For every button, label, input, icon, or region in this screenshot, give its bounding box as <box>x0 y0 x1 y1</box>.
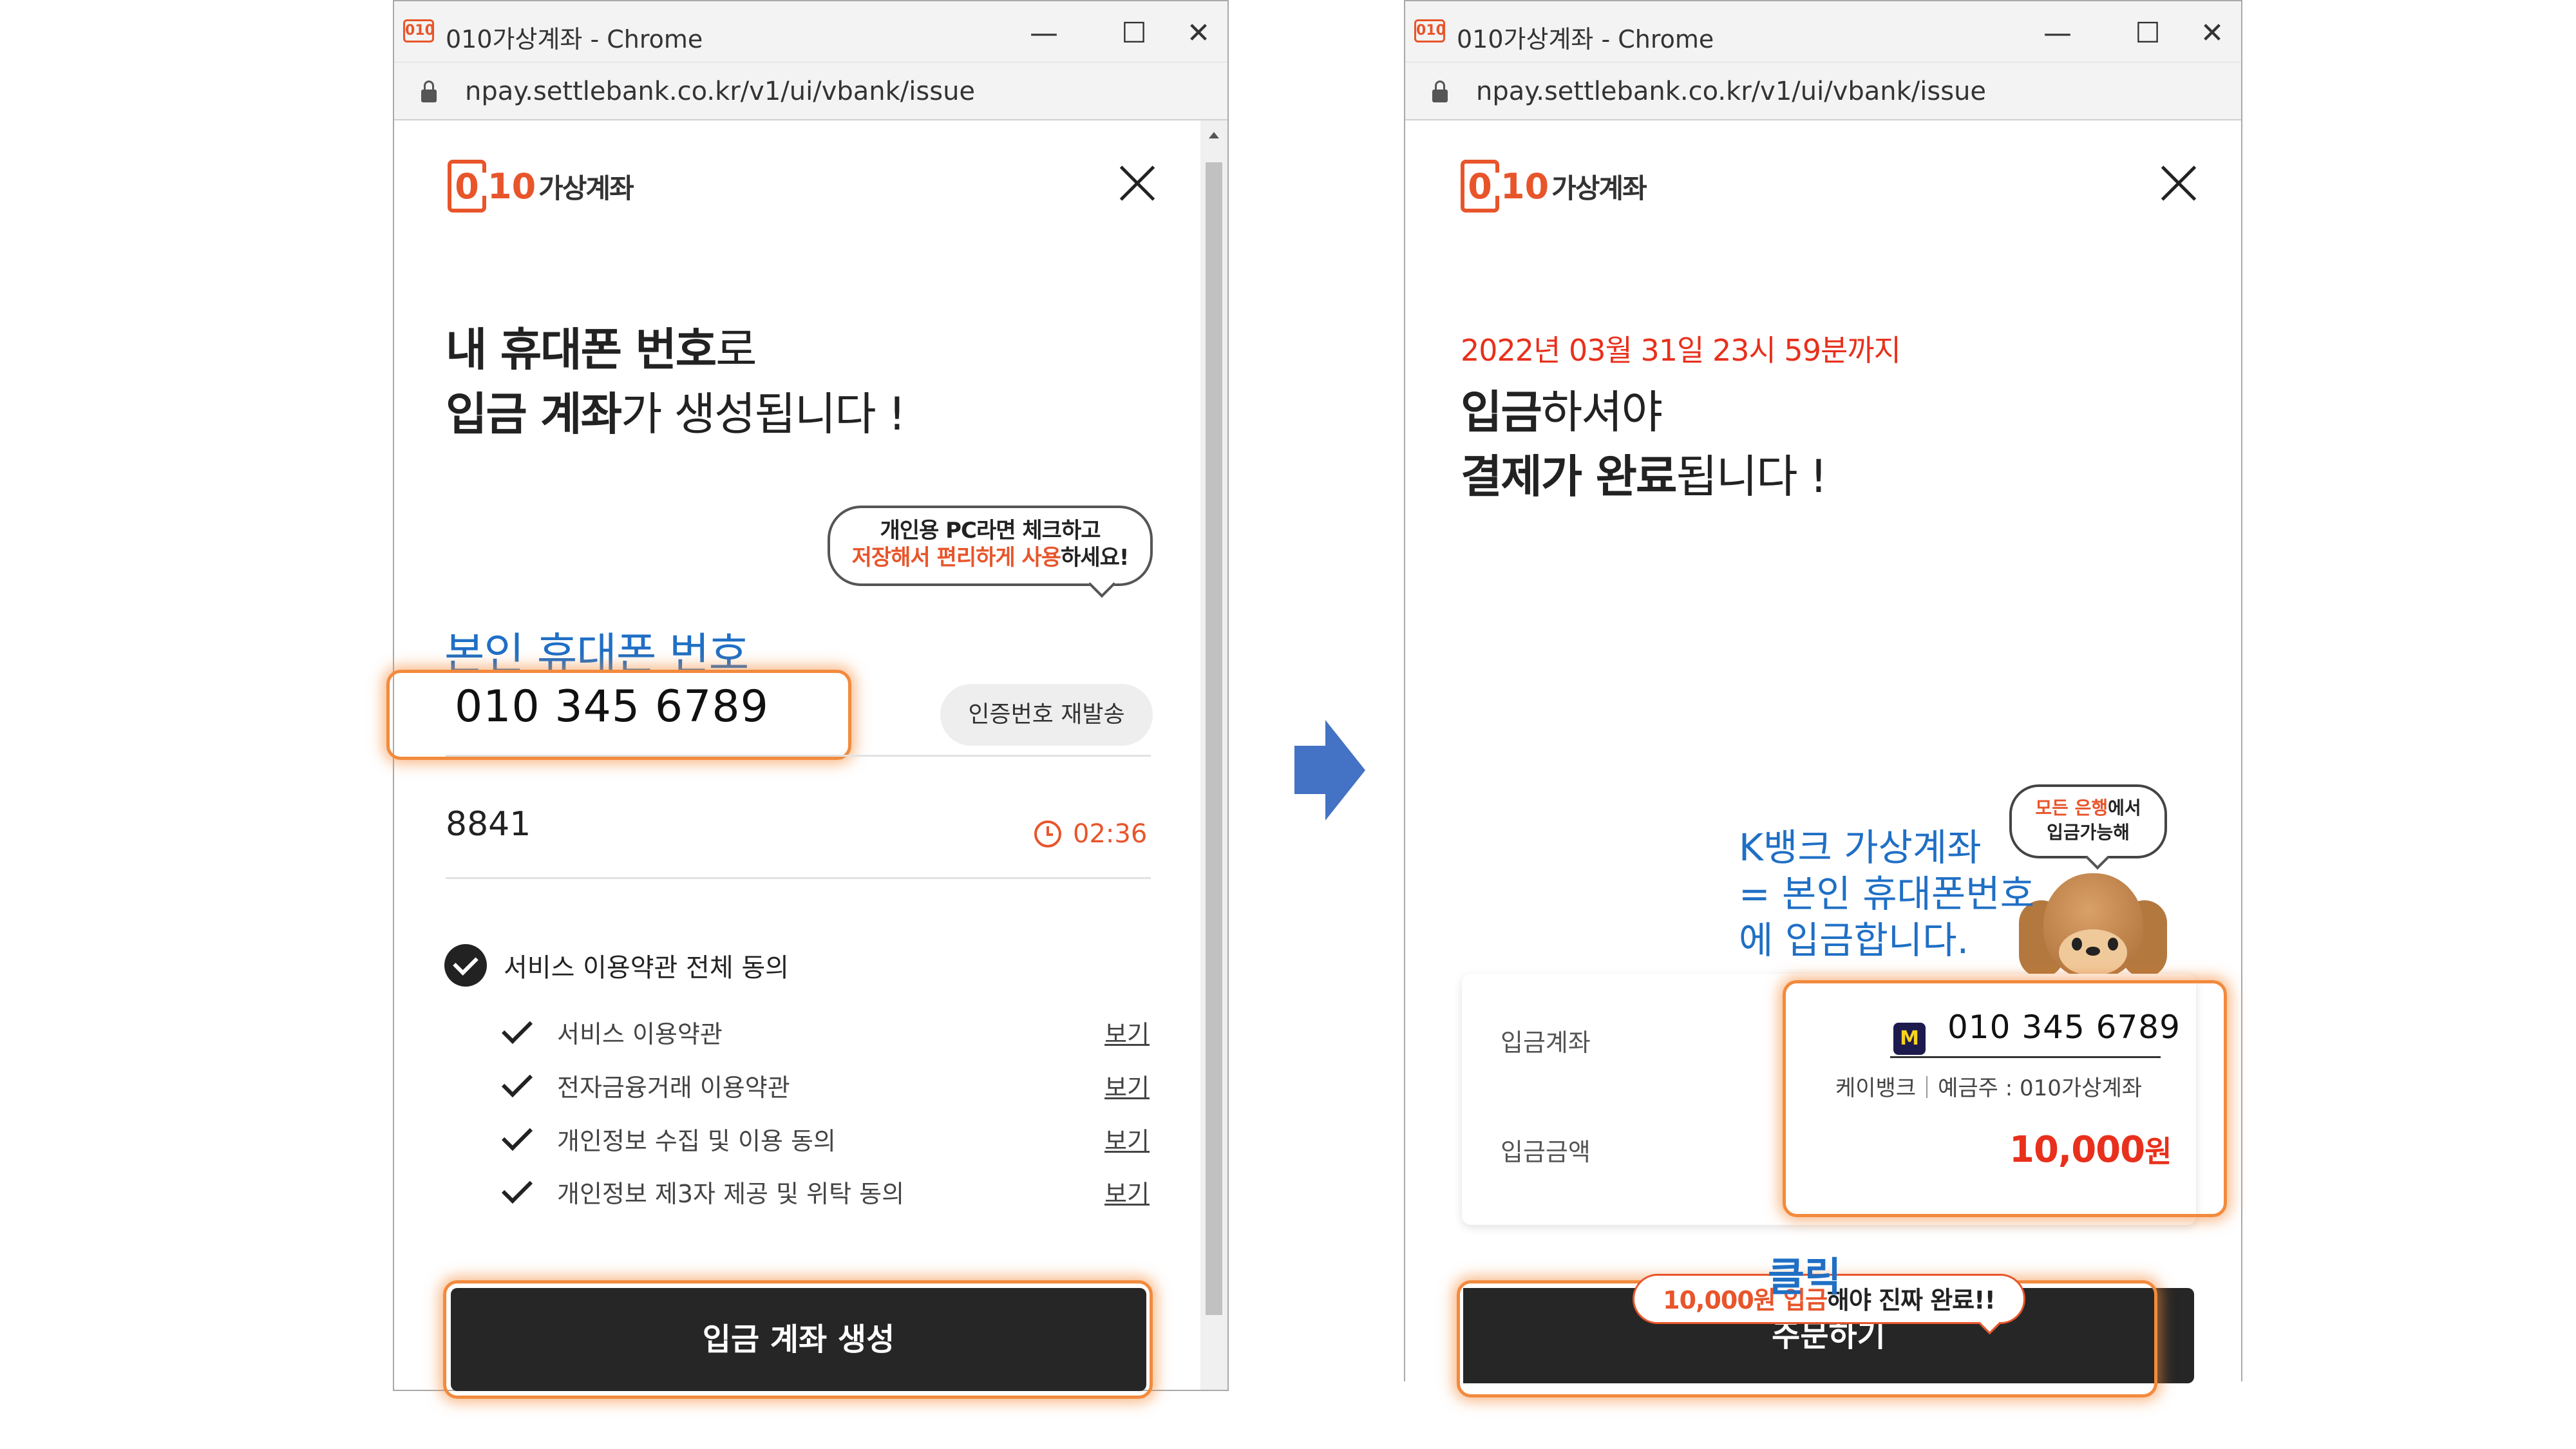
save-tip-bubble: 개인용 PC라면 체크하고 저장해서 편리하게 사용하세요! <box>828 506 1153 586</box>
brand-logo: 0 10 가상계좌 <box>448 160 634 213</box>
lock-icon <box>421 80 437 102</box>
scrollbar[interactable] <box>1200 120 1227 1390</box>
close-icon[interactable] <box>2159 164 2198 203</box>
mascot-eye <box>2072 938 2082 951</box>
logo-mark: 0 <box>1461 160 1499 213</box>
dog-mascot <box>2019 868 2167 994</box>
check-icon <box>501 1119 533 1151</box>
agree-all-checkbox[interactable]: 서비스 이용약관 전체 동의 <box>444 944 789 987</box>
page-headline: 내 휴대폰 번호로 입금 계좌가 생성됩니다 ! <box>446 323 906 440</box>
flow-arrow-icon <box>1294 720 1365 820</box>
agree-all-label: 서비스 이용약관 전체 동의 <box>504 953 789 983</box>
term-view-link[interactable]: 보기 <box>1104 1014 1150 1050</box>
term-item[interactable]: 개인정보 수집 및 이용 동의 보기 <box>499 1119 1150 1158</box>
brand-logo: 0 10 가상계좌 <box>1461 160 1647 213</box>
url-text[interactable]: npay.settlebank.co.kr/v1/ui/vbank/issue <box>465 77 975 106</box>
term-item[interactable]: 전자금융거래 이용약관 보기 <box>499 1066 1150 1104</box>
mascot-eye <box>2108 938 2118 951</box>
scroll-up-icon[interactable] <box>1209 132 1219 138</box>
countdown-timer: 02:36 <box>1034 819 1147 849</box>
minimize-icon[interactable]: — <box>2035 14 2080 53</box>
check-icon <box>501 1172 533 1204</box>
scrollbar-thumb[interactable] <box>1206 162 1222 1315</box>
page-headline: 입금하셔야 결제가 완료됩니다 ! <box>1461 386 1828 503</box>
auth-code-input[interactable]: 8841 <box>446 805 531 844</box>
divider <box>446 755 1151 757</box>
maximize-icon[interactable]: ☐ <box>1112 14 1157 53</box>
window-title: 010가상계좌 - Chrome <box>1457 25 1714 53</box>
term-label: 개인정보 수집 및 이용 동의 <box>557 1126 836 1155</box>
logo-text: 가상계좌 <box>538 172 634 204</box>
logo-mark: 0 <box>448 160 486 213</box>
deposit-account-label: 입금계좌 <box>1501 1028 1591 1057</box>
account-highlight <box>1783 980 2227 1217</box>
title-bar: 010 010가상계좌 - Chrome — ☐ ✕ <box>394 1 1227 62</box>
close-icon[interactable] <box>1118 164 1157 203</box>
url-text[interactable]: npay.settlebank.co.kr/v1/ui/vbank/issue <box>1476 77 1986 106</box>
app-logo-icon: 010 <box>403 19 435 43</box>
timer-text: 02:36 <box>1073 819 1148 849</box>
divider <box>446 877 1151 879</box>
title-bar: 010 010가상계좌 - Chrome — ☐ ✕ <box>1405 1 2241 62</box>
window-close-icon[interactable]: ✕ <box>1176 14 1221 53</box>
clock-icon <box>1034 820 1061 848</box>
mascot-nose <box>2086 947 2100 956</box>
term-label: 서비스 이용약관 <box>557 1019 723 1048</box>
click-annotation: 클릭 <box>1768 1253 1842 1300</box>
check-icon <box>501 1012 533 1045</box>
term-view-link[interactable]: 보기 <box>1104 1068 1150 1103</box>
address-bar[interactable]: npay.settlebank.co.kr/v1/ui/vbank/issue <box>1405 62 2241 120</box>
issue-button-highlight <box>443 1280 1153 1399</box>
logo-digits: 10 <box>488 166 536 207</box>
term-label: 전자금융거래 이용약관 <box>557 1073 790 1102</box>
resend-code-button[interactable]: 인증번호 재발송 <box>940 684 1153 746</box>
term-view-link[interactable]: 보기 <box>1104 1174 1150 1209</box>
check-circle-icon <box>444 944 487 987</box>
term-item[interactable]: 서비스 이용약관 보기 <box>499 1012 1150 1051</box>
term-item[interactable]: 개인정보 제3자 제공 및 위탁 동의 보기 <box>499 1172 1150 1211</box>
deadline-text: 2022년 03월 31일 23시 59분까지 <box>1461 333 1901 368</box>
check-icon <box>501 1066 533 1098</box>
app-logo-icon: 010 <box>1414 19 1446 43</box>
deposit-amount-label: 입금금액 <box>1501 1138 1591 1166</box>
address-bar[interactable]: npay.settlebank.co.kr/v1/ui/vbank/issue <box>394 62 1227 120</box>
phone-input[interactable]: 010 345 6789 <box>455 681 769 732</box>
lock-icon <box>1432 80 1448 102</box>
term-view-link[interactable]: 보기 <box>1104 1121 1150 1157</box>
maximize-icon[interactable]: ☐ <box>2125 14 2170 53</box>
logo-text: 가상계좌 <box>1551 172 1647 204</box>
term-label: 개인정보 제3자 제공 및 위탁 동의 <box>557 1179 905 1208</box>
kbank-annotation: K뱅크 가상계좌 = 본인 휴대폰번호 에 입금합니다. <box>1739 826 2034 962</box>
window-title: 010가상계좌 - Chrome <box>446 25 703 53</box>
logo-digits: 10 <box>1501 166 1549 207</box>
minimize-icon[interactable]: — <box>1021 14 1066 53</box>
window-close-icon[interactable]: ✕ <box>2190 14 2235 53</box>
